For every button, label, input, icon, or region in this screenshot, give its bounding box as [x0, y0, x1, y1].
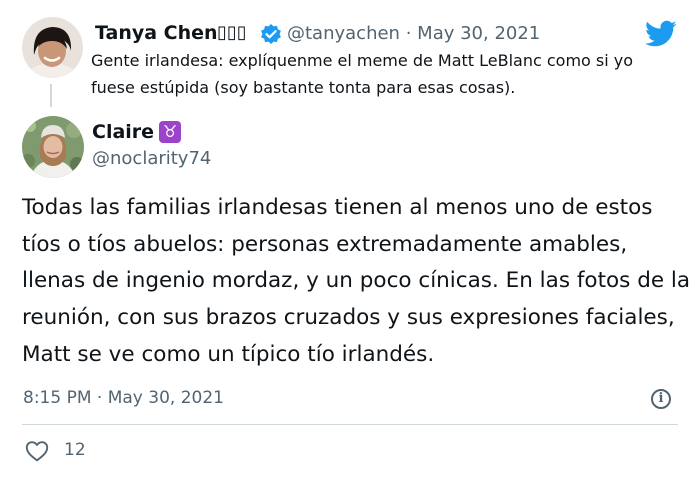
tweet-timestamp[interactable]: 8:15 PM · May 30, 2021: [23, 388, 224, 408]
divider: [22, 424, 678, 425]
info-icon[interactable]: i: [651, 389, 671, 409]
zodiac-taurus-icon: ♉: [159, 121, 181, 143]
thread-connector-line: [50, 84, 52, 107]
twitter-bird-icon[interactable]: [645, 20, 677, 48]
author-name-row: Claire: [92, 121, 154, 143]
quoted-author-avatar[interactable]: [22, 17, 83, 78]
quoted-name-emoji: ▯▯▯: [217, 22, 247, 43]
verified-badge-icon: [260, 23, 282, 45]
timestamp-separator: ·: [96, 388, 103, 408]
author-avatar[interactable]: [22, 116, 84, 178]
tweet-text: Todas las familias irlandesas tienen al …: [22, 195, 691, 367]
likes-count: 12: [64, 440, 86, 460]
quoted-separator: ·: [405, 23, 412, 44]
quoted-author-handle[interactable]: @tanyachen: [287, 23, 400, 44]
author-handle[interactable]: @noclarity74: [92, 148, 211, 169]
author-name[interactable]: Claire: [92, 121, 154, 143]
quoted-author-name[interactable]: Tanya Chen: [95, 22, 218, 44]
quoted-date[interactable]: May 30, 2021: [417, 23, 540, 44]
tweet-time: 8:15 PM: [23, 388, 92, 408]
quoted-handle-and-date: @tanyachen · May 30, 2021: [287, 23, 540, 44]
quoted-tweet-text: Gente irlandesa: explíquenme el meme de …: [91, 51, 634, 97]
heart-icon[interactable]: [25, 440, 49, 462]
tweet-date: May 30, 2021: [107, 388, 224, 408]
